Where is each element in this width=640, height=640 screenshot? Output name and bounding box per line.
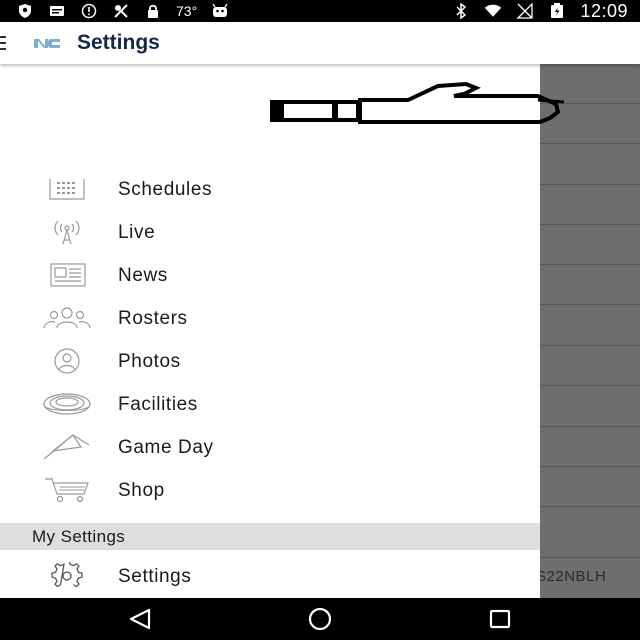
content-divider <box>540 466 640 467</box>
bluetooth-icon <box>452 2 470 20</box>
content-background: S22NBLH <box>540 64 640 598</box>
pennant-icon <box>40 432 94 462</box>
menu-item-label: Shop <box>118 479 165 501</box>
menu-item-label: Schedules <box>118 178 213 200</box>
content-divider <box>540 264 640 265</box>
menu-item-schedules[interactable]: Schedules <box>0 168 540 211</box>
no-signal-icon <box>516 2 534 20</box>
home-circle-icon[interactable] <box>300 606 340 632</box>
status-bar: 73° 12:09 <box>0 0 640 22</box>
page-title: Settings <box>77 31 160 54</box>
content-code-text: S22NBLH <box>540 568 607 585</box>
newspaper-icon <box>40 260 94 290</box>
content-divider <box>540 426 640 427</box>
menu-item-label: Facilities <box>118 393 198 415</box>
system-nav-bar <box>0 598 640 640</box>
team-icon <box>40 303 94 333</box>
drawer-menu: Schedules Live News Rosters Photos Facil… <box>0 168 540 512</box>
menu-item-photos[interactable]: Photos <box>0 340 540 383</box>
recents-square-icon[interactable] <box>480 606 520 632</box>
android-icon <box>211 2 229 20</box>
back-triangle-icon[interactable] <box>120 606 160 632</box>
lock-icon <box>144 2 162 20</box>
nc-logo-icon <box>33 35 61 51</box>
status-bar-right: 12:09 <box>452 1 628 22</box>
menu-item-game-day[interactable]: Game Day <box>0 426 540 469</box>
broadcast-icon <box>40 217 94 247</box>
menu-item-news[interactable]: News <box>0 254 540 297</box>
temperature-label: 73° <box>176 3 198 19</box>
menu-item-label: Live <box>118 221 156 243</box>
menu-item-label: Game Day <box>118 436 214 458</box>
drawn-thumbs-up-graphic <box>268 80 568 131</box>
menu-item-label: Photos <box>118 350 181 372</box>
gear-icon <box>40 561 94 591</box>
shield-icon <box>16 2 34 20</box>
cart-icon <box>40 475 94 505</box>
content-divider <box>540 304 640 305</box>
time-label: 12:09 <box>580 0 628 21</box>
content-divider <box>540 506 640 507</box>
content-divider <box>540 224 640 225</box>
section-header-my-settings: My Settings <box>0 523 540 550</box>
menu-item-label: Rosters <box>118 307 188 329</box>
drawer-hero <box>0 64 565 159</box>
menu-item-label: News <box>118 264 168 286</box>
content-divider <box>540 184 640 185</box>
alert-circle-icon <box>80 2 98 20</box>
calendar-icon <box>40 174 94 204</box>
message-icon <box>48 2 66 20</box>
menu-item-live[interactable]: Live <box>0 211 540 254</box>
battery-icon <box>548 2 566 20</box>
content-divider <box>540 385 640 386</box>
content-divider <box>540 143 640 144</box>
no-location-icon <box>112 2 130 20</box>
menu-item-settings[interactable]: Settings <box>0 555 540 598</box>
wifi-icon <box>484 2 502 20</box>
photo-person-icon <box>40 346 94 376</box>
navigation-drawer: Schedules Live News Rosters Photos Facil… <box>0 64 565 598</box>
content-divider <box>540 557 640 558</box>
status-bar-left: 73° <box>16 2 229 20</box>
menu-item-facilities[interactable]: Facilities <box>0 383 540 426</box>
content-divider <box>540 345 640 346</box>
stadium-icon <box>40 389 94 419</box>
menu-icon[interactable] <box>0 36 8 50</box>
menu-item-rosters[interactable]: Rosters <box>0 297 540 340</box>
app-header: Settings <box>0 22 640 64</box>
menu-item-shop[interactable]: Shop <box>0 469 540 512</box>
menu-item-label: Settings <box>118 565 192 587</box>
